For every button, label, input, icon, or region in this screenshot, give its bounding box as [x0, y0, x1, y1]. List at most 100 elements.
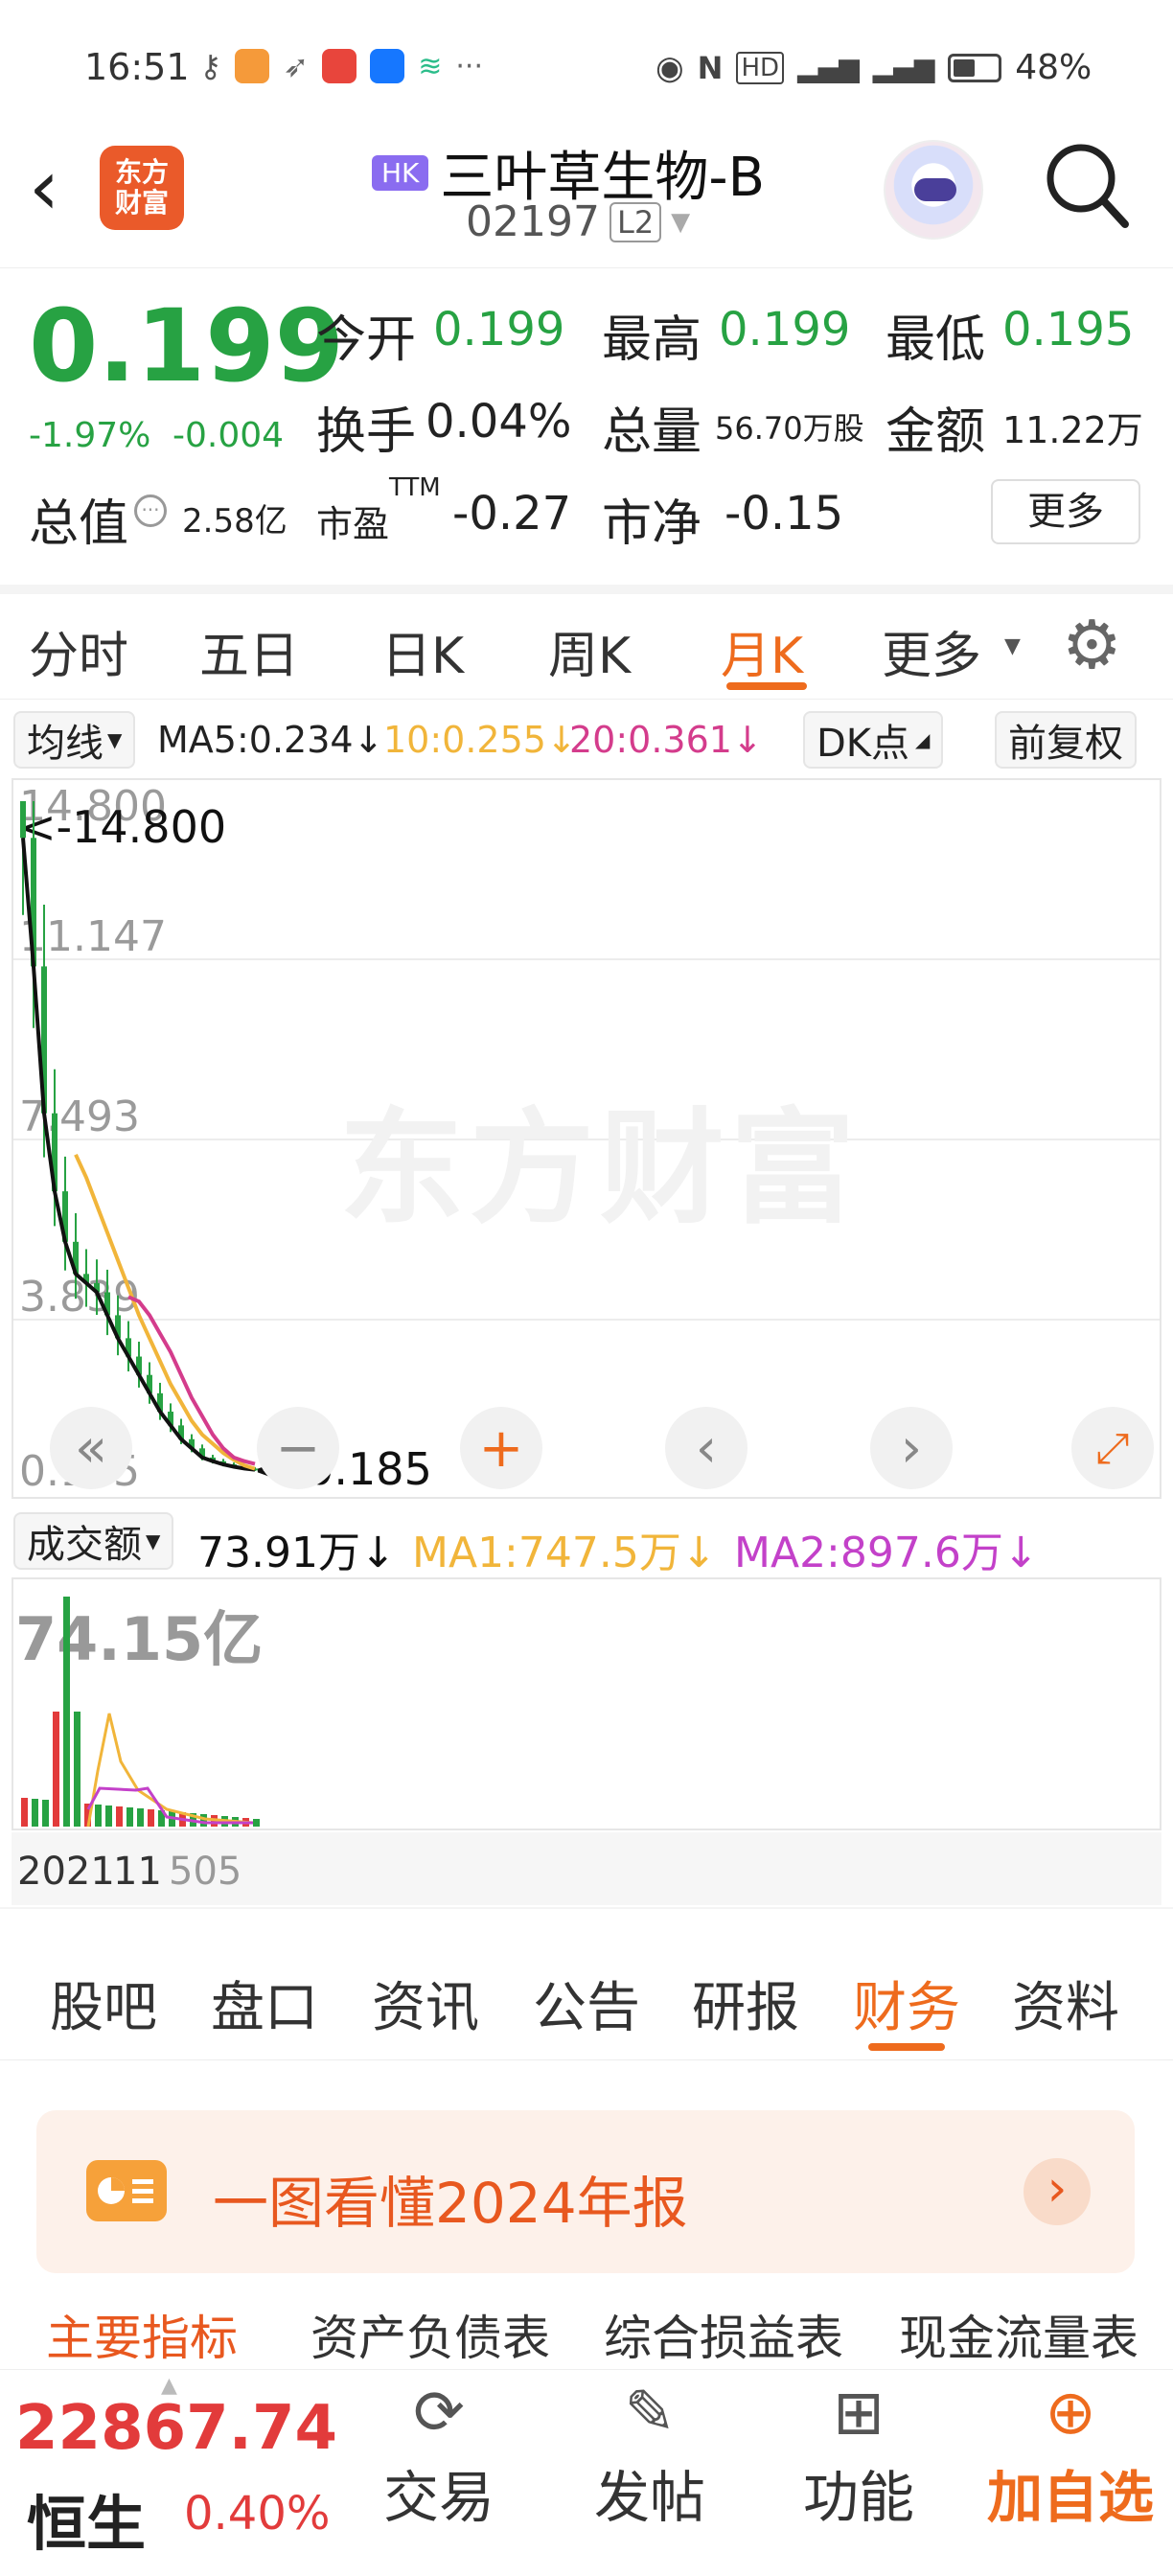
- more-button[interactable]: 更多: [991, 479, 1140, 544]
- volume-bar: [21, 1798, 28, 1827]
- volume-bar: [126, 1807, 133, 1827]
- hd-icon: HD: [736, 51, 785, 84]
- quote-panel: 0.199 -1.97% -0.004 今开 0.199 最高 0.199 最低…: [0, 270, 1173, 577]
- stock-code-row[interactable]: 02197 L2 ▼: [466, 197, 690, 246]
- nav-post[interactable]: ✎ 发帖: [554, 2380, 746, 2533]
- tab-profile[interactable]: 资料: [1012, 1965, 1119, 2042]
- caret-down-icon: ▼: [146, 1530, 161, 1552]
- annual-report-banner[interactable]: 一图看懂2024年报 ›: [36, 2110, 1135, 2273]
- tab-research[interactable]: 研报: [692, 1965, 799, 2042]
- market-badge: HK: [372, 155, 429, 191]
- scroll-left-icon[interactable]: ‹: [665, 1407, 748, 1489]
- volume-bar: [105, 1806, 112, 1827]
- pe-value: -0.27: [452, 487, 572, 540]
- plus-circle-icon: ⊕: [1045, 2378, 1096, 2449]
- back-icon[interactable]: ‹: [29, 150, 59, 226]
- nav-trade[interactable]: ⟳ 交易: [343, 2380, 535, 2533]
- tab-guba[interactable]: 股吧: [50, 1965, 157, 2042]
- key-icon: ⚷: [199, 48, 222, 84]
- more-dots-icon: ···: [455, 49, 483, 83]
- tab-five-day[interactable]: 五日: [199, 615, 299, 687]
- x-axis-label-tail: 505: [169, 1850, 242, 1894]
- fin-tab-income-statement[interactable]: 综合损益表: [604, 2300, 843, 2369]
- kline-plot: [20, 801, 258, 1472]
- nav-functions-label: 功能: [802, 2465, 914, 2531]
- volume-bar: [95, 1805, 102, 1827]
- volume-plot: [21, 1597, 260, 1828]
- app-icon: [235, 49, 270, 83]
- tab-finance[interactable]: 财务: [853, 1965, 960, 2042]
- low-value: 0.195: [1002, 303, 1135, 356]
- tab-monthly-k[interactable]: 月K: [721, 615, 803, 687]
- search-icon[interactable]: [1045, 140, 1131, 232]
- tab-weekly-k[interactable]: 周K: [548, 615, 631, 687]
- open-value: 0.199: [433, 303, 565, 356]
- ma10-value: 10:0.255↓: [383, 719, 577, 761]
- dk-point-label: DK点: [816, 722, 910, 766]
- open-label: 今开: [316, 311, 417, 369]
- robot-avatar[interactable]: [884, 140, 983, 240]
- fin-tab-cash-flow[interactable]: 现金流量表: [899, 2300, 1138, 2369]
- zoom-in-icon[interactable]: +: [460, 1407, 542, 1489]
- dk-point-button[interactable]: DK点 ◢: [803, 711, 944, 769]
- volume-ma1-line: [86, 1713, 254, 1828]
- volume-bar: [148, 1809, 154, 1827]
- tab-more[interactable]: 更多: [882, 615, 981, 687]
- settings-gear-icon[interactable]: ⚙: [1062, 611, 1122, 678]
- logo-text-1: 东方: [114, 156, 169, 188]
- last-price: 0.199: [29, 288, 344, 404]
- adjust-button[interactable]: 前复权: [995, 711, 1137, 769]
- change-pct: -1.97%: [29, 416, 151, 455]
- high-label: 最高: [602, 311, 702, 369]
- ma-dropdown[interactable]: 均线 ▼: [13, 711, 136, 769]
- index-value[interactable]: 22867.74: [15, 2393, 337, 2464]
- info-icon[interactable]: ···: [134, 494, 167, 527]
- tab-daily-k[interactable]: 日K: [381, 615, 464, 687]
- volume-bar: [116, 1806, 123, 1827]
- chevron-right-icon[interactable]: ›: [1024, 2158, 1091, 2225]
- nav-functions[interactable]: ⊞ 功能: [763, 2380, 954, 2533]
- signal2-icon: ▂▄▆: [872, 52, 935, 83]
- finance-tabs: 主要指标 资产负债表 综合损益表 现金流量表: [0, 2281, 1173, 2367]
- battery-percent: 48%: [1015, 48, 1092, 87]
- zoom-out-icon[interactable]: −: [257, 1407, 339, 1489]
- app-logo: 东方 财富: [100, 146, 184, 230]
- pe-label: 市盈: [316, 503, 390, 545]
- mktcap-value: 2.58亿: [182, 502, 288, 540]
- amount-value: 11.22万: [1002, 409, 1143, 451]
- volume-ma2: MA2:897.6万↓: [734, 1529, 1039, 1577]
- volume-label: 总量: [602, 403, 702, 461]
- scroll-right-icon[interactable]: ›: [870, 1407, 953, 1489]
- active-subtab-indicator: [868, 2043, 945, 2051]
- low-label: 最低: [886, 311, 986, 369]
- fullscreen-icon[interactable]: ⤢: [1071, 1407, 1154, 1489]
- pe-superscript: TTM: [389, 473, 441, 502]
- tab-pankou[interactable]: 盘口: [211, 1965, 318, 2042]
- corner-icon: ◢: [915, 728, 931, 751]
- section-divider: [0, 1907, 1173, 1909]
- grid-apps-icon: ⊞: [833, 2378, 885, 2449]
- status-bar: 16:51 ⚷ ➶ ≋ ··· ◉ N HD ▂▄▆ ▂▄▆ 48%: [0, 0, 1173, 134]
- tab-more-caret-icon: ▼: [1004, 634, 1021, 658]
- signal-icon: ▂▄▆: [797, 52, 860, 83]
- tab-news[interactable]: 资讯: [372, 1965, 479, 2042]
- ma5-value: MA5:0.234↓: [157, 719, 384, 761]
- turnover-label: 换手: [316, 403, 417, 461]
- edit-icon: ✎: [624, 2378, 676, 2449]
- volume-ma2-line: [86, 1786, 253, 1825]
- nav-add-watchlist[interactable]: ⊕ 加自选: [968, 2380, 1173, 2533]
- kline-chart[interactable]: 东方财富 14.800 11.147 7.493 3.839 0.185 <-1…: [12, 778, 1162, 1499]
- nav-add-watchlist-label: 加自选: [986, 2465, 1154, 2531]
- volume-value: 56.70万股: [715, 410, 864, 447]
- tab-intraday[interactable]: 分时: [29, 615, 128, 687]
- fin-tab-key-metrics[interactable]: 主要指标: [46, 2300, 238, 2369]
- pb-value: -0.15: [724, 487, 844, 540]
- volume-bar: [63, 1597, 70, 1827]
- tab-announcements[interactable]: 公告: [533, 1965, 640, 2042]
- fin-tab-balance-sheet[interactable]: 资产负债表: [310, 2300, 550, 2369]
- volume-ma1: MA1:747.5万↓: [412, 1529, 717, 1577]
- banner-title: 一图看懂2024年报: [213, 2171, 688, 2236]
- scroll-left-fast-icon[interactable]: «: [50, 1407, 132, 1489]
- volume-dropdown[interactable]: 成交额 ▼: [13, 1512, 174, 1570]
- volume-chart[interactable]: 74.15亿: [12, 1577, 1162, 1830]
